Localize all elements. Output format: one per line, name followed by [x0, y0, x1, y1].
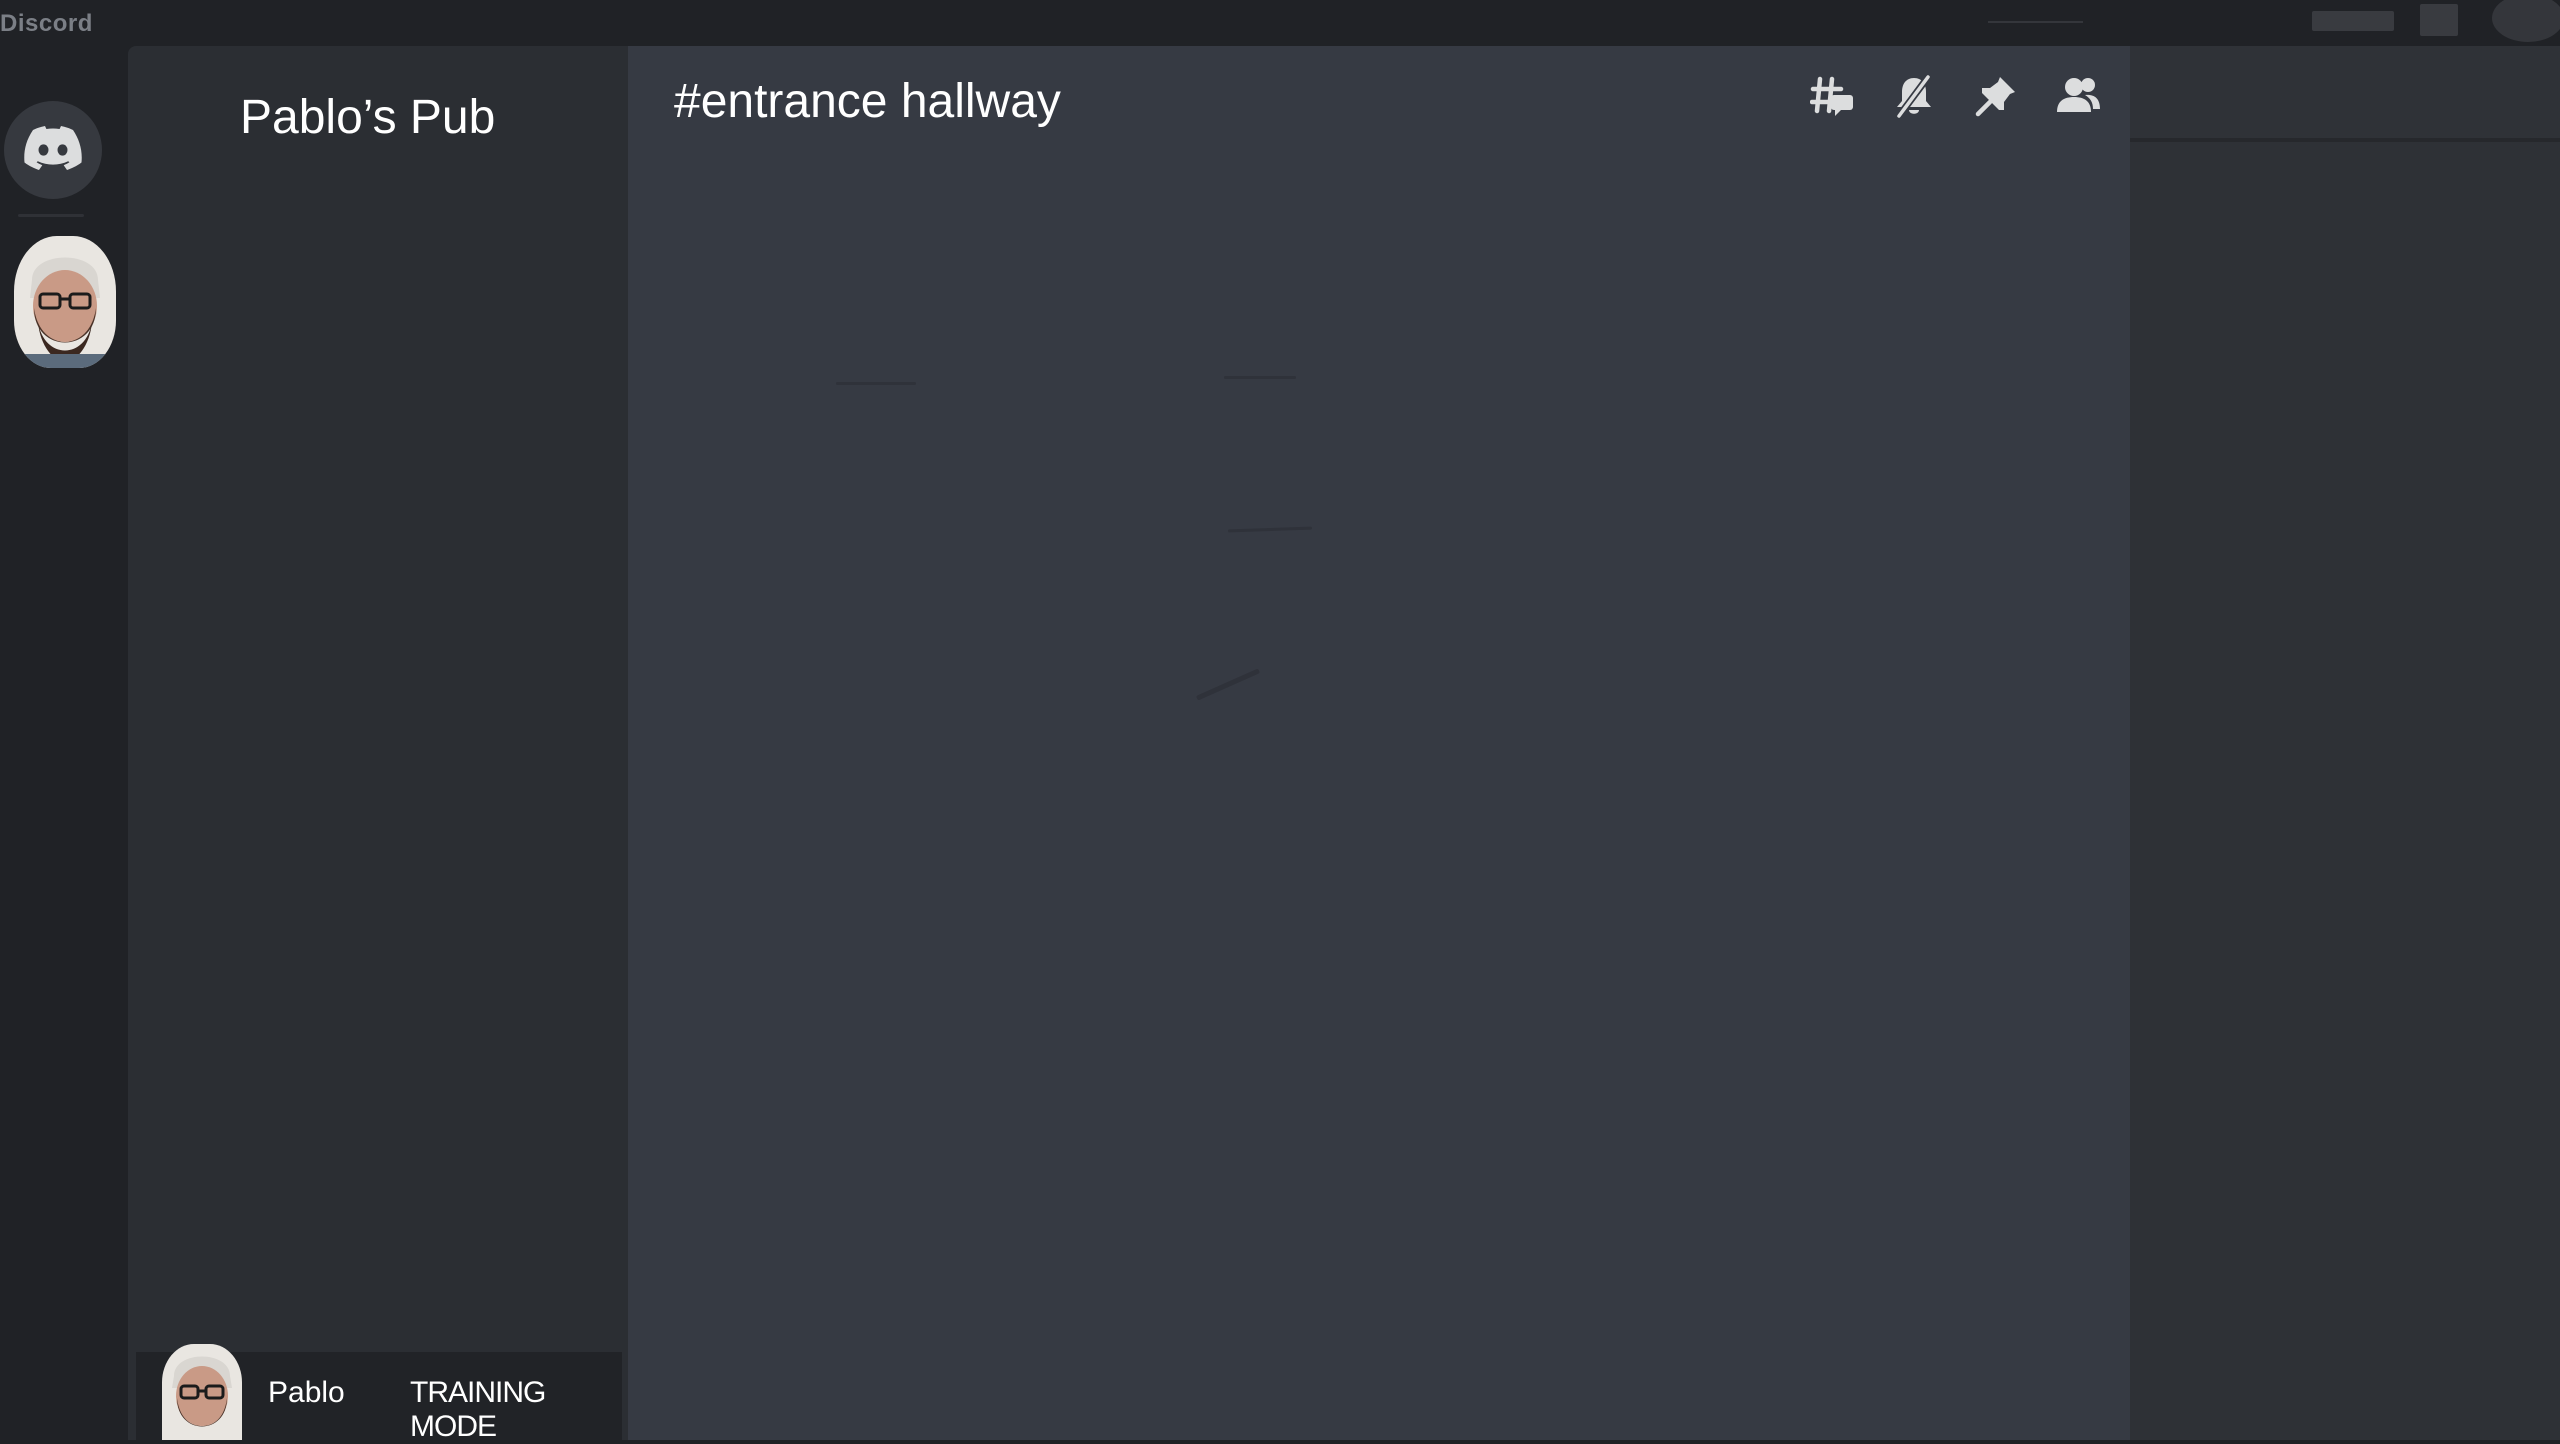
- decorative-mark: [1224, 376, 1296, 379]
- user-status: TRAINING MODE: [410, 1376, 546, 1443]
- pablo-avatar: [162, 1344, 242, 1440]
- server-name[interactable]: Pablo’s Pub: [240, 90, 495, 145]
- decorative-mark: [1195, 668, 1261, 701]
- server-icon-pablos-pub[interactable]: [14, 236, 116, 368]
- titlebar-divider: [1988, 21, 2083, 23]
- chat-header: #entrance hallway: [628, 46, 2130, 146]
- user-panel: Pablo TRAINING MODE: [136, 1344, 622, 1443]
- chat-area: #entrance hallway: [628, 46, 2130, 1440]
- member-list: [2130, 46, 2560, 1440]
- close-button[interactable]: [2492, 0, 2560, 42]
- member-list-header: [2130, 46, 2560, 142]
- decorative-mark: [1227, 526, 1313, 533]
- home-button[interactable]: [4, 101, 102, 199]
- pablo-avatar: [14, 236, 116, 368]
- threads-icon[interactable]: [1808, 72, 1856, 120]
- channel-sidebar: Pablo’s Pub: [128, 46, 628, 1440]
- title-bar: Discord: [0, 0, 2560, 46]
- members-icon[interactable]: [2054, 72, 2102, 120]
- minimize-button[interactable]: [2312, 11, 2394, 31]
- server-rail: [0, 46, 132, 1440]
- maximize-button[interactable]: [2420, 4, 2458, 36]
- decorative-mark: [836, 382, 916, 385]
- channel-title: #entrance hallway: [674, 75, 1061, 128]
- rail-separator: [18, 214, 84, 217]
- app-name: Discord: [0, 10, 93, 37]
- user-avatar[interactable]: [162, 1344, 242, 1440]
- pin-icon[interactable]: [1972, 72, 2020, 120]
- mute-notifications-icon[interactable]: [1890, 72, 1938, 120]
- header-toolbar: [1808, 72, 2102, 120]
- username: Pablo: [268, 1376, 345, 1409]
- discord-logo-icon: [24, 126, 82, 174]
